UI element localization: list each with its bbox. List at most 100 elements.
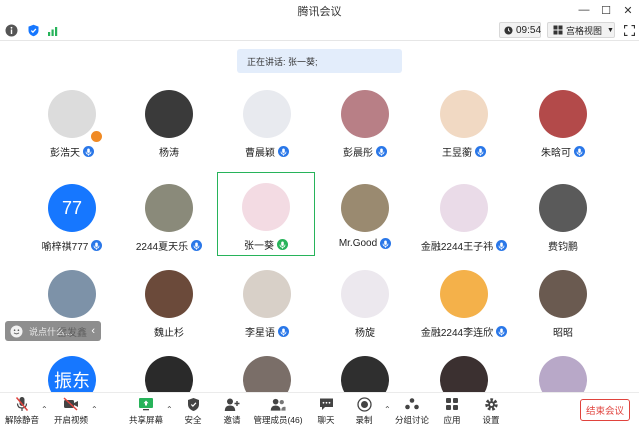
participant-tile[interactable]: 李星语	[219, 260, 315, 346]
participant-name: 王昱蘅	[442, 148, 472, 159]
avatar	[539, 270, 587, 318]
mic-icon	[574, 146, 585, 157]
participant-name-row: 费钧鹏	[515, 238, 611, 253]
chevron-down-icon: ▼	[607, 26, 614, 34]
participant-name-row: 张一葵	[218, 237, 314, 252]
participant-tile[interactable]: 金融2244李连欣	[416, 260, 512, 346]
chat-quick-input[interactable]: 说点什么... ‹	[5, 321, 101, 341]
smiley-icon[interactable]	[10, 325, 23, 338]
participant-tile[interactable]: 张一葵	[217, 172, 315, 256]
view-mode-label: 宫格视图	[566, 25, 603, 36]
participant-tile[interactable]: 朱晗可	[515, 80, 611, 166]
participant-name-row: 王昱蘅	[416, 144, 512, 159]
start-video-button[interactable]: 开启视频	[49, 396, 93, 426]
participant-name: 李星语	[245, 328, 275, 339]
participant-name: 金融2244王子祎	[420, 242, 494, 253]
participant-grid: 彭浩天 杨涛 曹晨颖 彭晨彤 王昱蘅 朱晗可 77 喻梓祺777 2244夏天乐 张一葵 Mr.Go…	[0, 80, 639, 404]
invite-label: 邀请	[223, 415, 241, 425]
record-button[interactable]: 录制	[342, 396, 386, 426]
avatar	[48, 90, 96, 138]
manage-members-button[interactable]: 管理成员(46)	[253, 396, 303, 426]
participant-tile[interactable]: 杨涛	[121, 80, 217, 166]
settings-button[interactable]: 设置	[469, 396, 513, 426]
participant-name-row: 喻梓祺777	[24, 238, 120, 253]
avatar: 77	[48, 184, 96, 232]
shield-icon[interactable]	[26, 23, 40, 37]
chat-label: 聊天	[317, 415, 335, 425]
apps-button[interactable]: 应用	[430, 396, 474, 426]
participant-tile[interactable]: 曹晨颖	[219, 80, 315, 166]
participant-name-row: 魏止杉	[121, 324, 217, 339]
participant-name-row: Mr.Good	[317, 238, 413, 249]
participant-tile[interactable]: 77 喻梓祺777	[24, 174, 120, 260]
participant-tile[interactable]: 金融2244王子祎	[416, 174, 512, 260]
share-label: 共享屏幕	[128, 415, 163, 425]
end-meeting-label: 结束会议	[585, 406, 624, 417]
maximize-button[interactable]: ☐	[595, 0, 617, 20]
avatar	[145, 184, 193, 232]
share-screen-button[interactable]: 共享屏幕	[124, 396, 168, 426]
participant-tile[interactable]: 彭晨彤	[317, 80, 413, 166]
participant-tile[interactable]: 杨旋	[317, 260, 413, 346]
end-meeting-button[interactable]: 结束会议	[580, 399, 630, 421]
participant-tile[interactable]: 昭昭	[515, 260, 611, 346]
chevron-up-icon[interactable]: ⌃	[91, 405, 98, 414]
participant-name: 2244夏天乐	[135, 242, 189, 253]
chat-icon	[318, 396, 334, 412]
participant-name: 曹晨颖	[245, 148, 275, 159]
record-icon	[356, 396, 372, 412]
avatar-initials: 振东	[54, 371, 90, 391]
security-label: 安全	[184, 415, 202, 425]
participant-name: 魏止杉	[154, 328, 184, 339]
mic-icon	[376, 146, 387, 157]
participant-name: 张一葵	[244, 241, 274, 252]
participant-name-row: 彭浩天	[24, 144, 120, 159]
avatar	[243, 270, 291, 318]
avatar	[243, 90, 291, 138]
participant-tile[interactable]: 彭浩天	[24, 80, 120, 166]
participant-name: 喻梓祺777	[41, 242, 89, 253]
avatar-initials: 77	[61, 197, 83, 218]
info-icon[interactable]	[4, 23, 18, 37]
participant-tile[interactable]: 费钧鹏	[515, 174, 611, 260]
signal-icon[interactable]	[46, 23, 60, 37]
video-label: 开启视频	[53, 415, 88, 425]
members-icon	[270, 396, 286, 412]
avatar	[145, 270, 193, 318]
fullscreen-icon[interactable]	[622, 23, 636, 37]
avatar	[440, 90, 488, 138]
meeting-time: 09:54	[516, 24, 542, 36]
avatar	[48, 270, 96, 318]
chevron-up-icon[interactable]: ⌃	[41, 405, 48, 414]
settings-label: 设置	[482, 415, 500, 425]
close-button[interactable]: ✕	[617, 0, 639, 20]
participant-name-row: 李星语	[219, 324, 315, 339]
shield-icon	[185, 396, 201, 412]
breakout-rooms-button[interactable]: 分组讨论	[390, 396, 434, 426]
participant-name-row: 金融2244李连欣	[416, 324, 512, 339]
mic-icon	[496, 326, 508, 337]
participant-name-row: 金融2244王子祎	[416, 238, 512, 253]
add-user-icon	[224, 396, 240, 412]
camera-off-icon	[63, 396, 79, 412]
participant-name: 彭浩天	[50, 148, 80, 159]
participant-name-row: 杨旋	[317, 324, 413, 339]
invite-button[interactable]: 邀请	[210, 396, 254, 426]
avatar	[145, 90, 193, 138]
mic-icon	[83, 146, 94, 157]
participant-tile[interactable]: 2244夏天乐	[121, 174, 217, 260]
unmute-button[interactable]: 解除静音	[0, 396, 44, 426]
participant-tile[interactable]: 王昱蘅	[416, 80, 512, 166]
record-label: 录制	[355, 415, 373, 425]
chevron-left-icon[interactable]: ‹	[91, 325, 95, 337]
top-toolbar: 09:54 宫格视图 ▼	[0, 20, 639, 41]
meeting-timer: 09:54	[499, 22, 541, 38]
speaking-indicator: 正在讲话: 张一葵;	[237, 49, 402, 73]
bottom-toolbar: 解除静音 ⌃ 开启视频 ⌃ 共享屏幕 ⌃ 安全 邀请 管理成员(46) 聊天 录…	[0, 392, 639, 428]
participant-tile[interactable]: 魏止杉	[121, 260, 217, 346]
participant-tile[interactable]: Mr.Good	[317, 174, 413, 260]
security-button[interactable]: 安全	[171, 396, 215, 426]
minimize-button[interactable]: —	[573, 0, 595, 20]
view-mode-dropdown[interactable]: 宫格视图 ▼	[547, 22, 615, 38]
breakout-label: 分组讨论	[394, 415, 429, 425]
